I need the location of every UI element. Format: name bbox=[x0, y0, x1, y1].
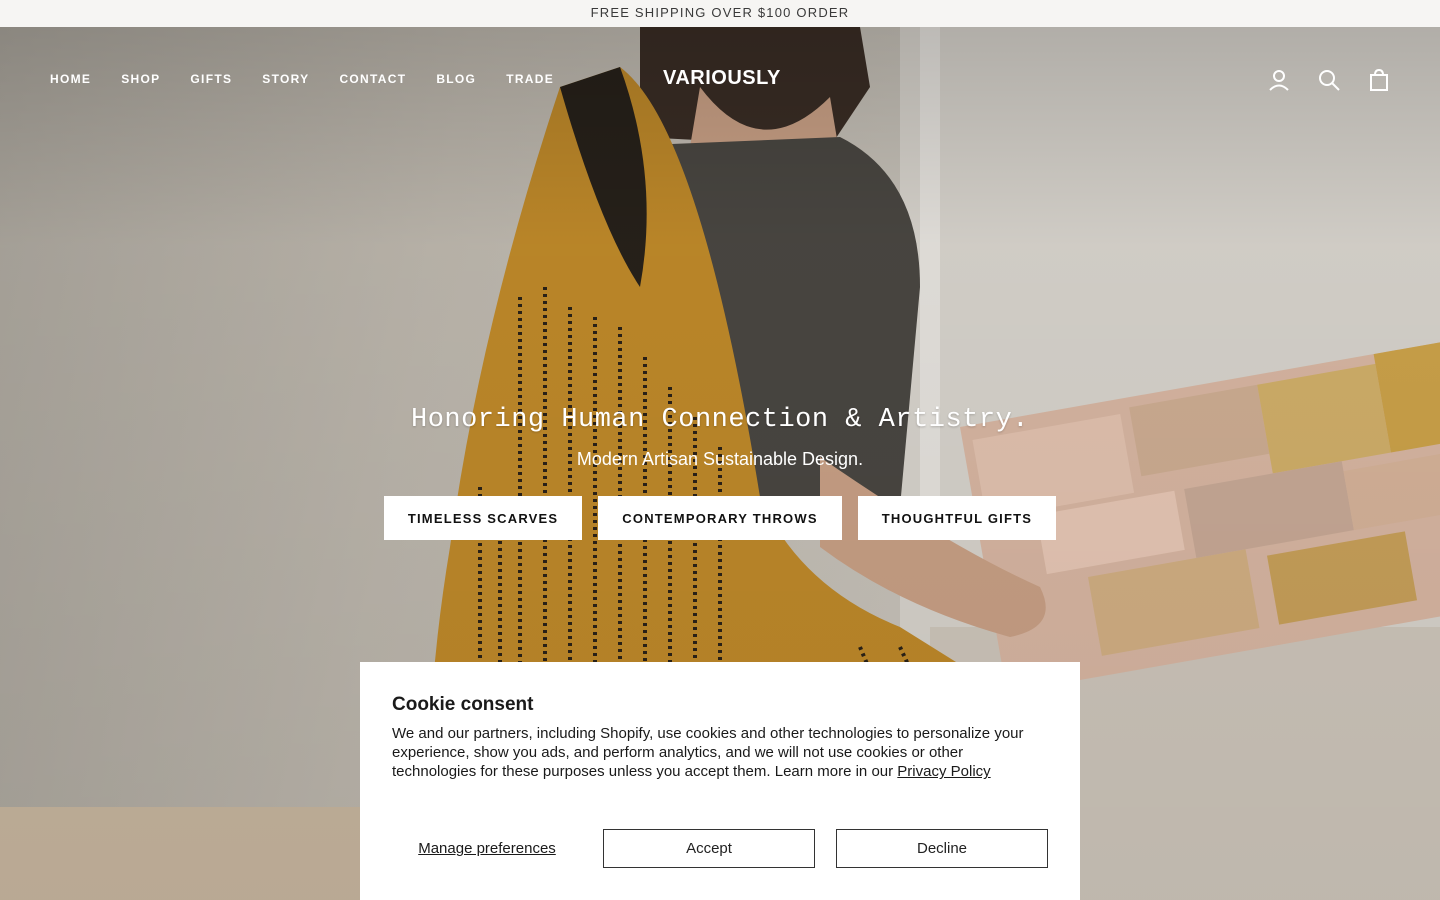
main-nav: HOME SHOP GIFTS STORY CONTACT BLOG TRADE bbox=[50, 72, 584, 86]
nav-blog[interactable]: BLOG bbox=[436, 72, 476, 86]
header-icons bbox=[1268, 69, 1390, 91]
cookie-actions: Manage preferences Accept Decline bbox=[392, 829, 1048, 868]
announcement-bar: FREE SHIPPING OVER $100 ORDER bbox=[0, 0, 1440, 27]
nav-contact[interactable]: CONTACT bbox=[339, 72, 406, 86]
contemporary-throws-button[interactable]: CONTEMPORARY THROWS bbox=[598, 496, 842, 540]
nav-story[interactable]: STORY bbox=[262, 72, 309, 86]
hero-subtitle: Modern Artisan Sustainable Design. bbox=[576, 449, 864, 469]
nav-shop[interactable]: SHOP bbox=[121, 72, 160, 86]
nav-trade[interactable]: TRADE bbox=[506, 72, 554, 86]
hero-text: Honoring Human Connection & Artistry. Mo… bbox=[0, 405, 1440, 470]
nav-gifts[interactable]: GIFTS bbox=[190, 72, 232, 86]
cookie-title: Cookie consent bbox=[392, 694, 534, 715]
timeless-scarves-button[interactable]: TIMELESS SCARVES bbox=[383, 496, 583, 540]
cart-icon[interactable] bbox=[1368, 69, 1390, 91]
logo[interactable]: VARIOUSLY bbox=[663, 67, 781, 90]
cookie-consent-dialog: Cookie consent We and our partners, incl… bbox=[360, 662, 1080, 900]
decline-button[interactable]: Decline bbox=[836, 829, 1048, 868]
search-icon[interactable] bbox=[1318, 69, 1340, 91]
nav-home[interactable]: HOME bbox=[50, 72, 91, 86]
accept-button[interactable]: Accept bbox=[603, 829, 815, 868]
hero-title: Honoring Human Connection & Artistry. bbox=[411, 405, 1029, 435]
manage-preferences-link[interactable]: Manage preferences bbox=[392, 840, 582, 857]
announcement-text: FREE SHIPPING OVER $100 ORDER bbox=[590, 5, 850, 20]
privacy-policy-link[interactable]: Privacy Policy bbox=[897, 763, 990, 780]
logo-text: VARIOUSLY bbox=[663, 67, 781, 89]
cookie-body: We and our partners, including Shopify, … bbox=[392, 724, 1048, 782]
account-icon[interactable] bbox=[1268, 69, 1290, 91]
hero-buttons: TIMELESS SCARVES CONTEMPORARY THROWS THO… bbox=[0, 496, 1440, 540]
thoughtful-gifts-button[interactable]: THOUGHTFUL GIFTS bbox=[857, 496, 1057, 540]
